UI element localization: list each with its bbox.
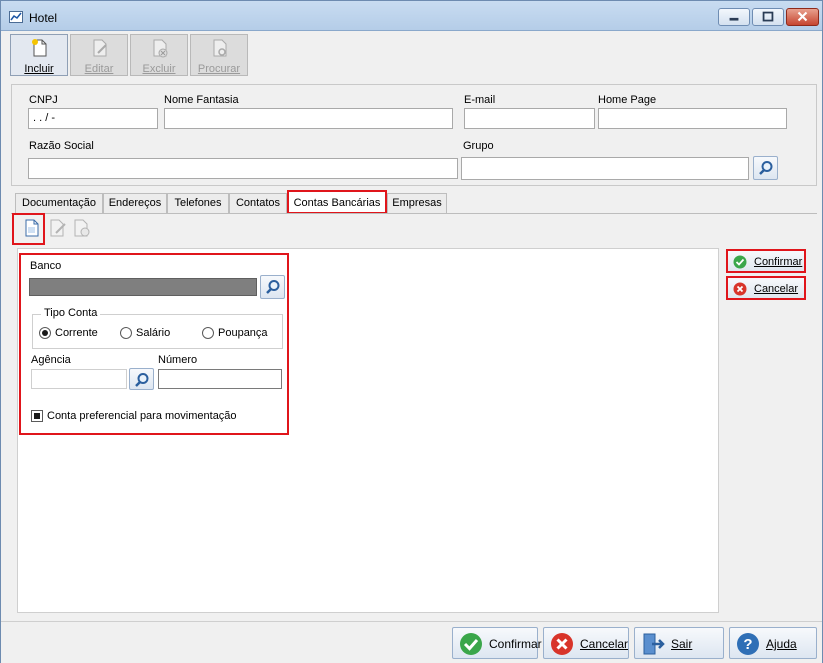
banco-label: Banco <box>30 260 62 272</box>
sub-delete-button[interactable] <box>70 217 92 239</box>
incluir-button[interactable]: Incluir <box>10 34 68 76</box>
delete-record-icon <box>74 219 90 237</box>
procurar-button[interactable]: Procurar <box>190 34 248 76</box>
radio-dot <box>120 327 132 339</box>
nome-fantasia-label: Nome Fantasia <box>164 94 239 106</box>
checkbox-box <box>31 410 43 422</box>
minimize-icon <box>729 17 739 21</box>
banco-field[interactable] <box>29 278 257 296</box>
radio-salario[interactable]: Salário <box>120 327 170 339</box>
magnifier-icon <box>759 161 773 175</box>
radio-poupanca[interactable]: Poupança <box>202 327 268 339</box>
tab-contas-bancarias[interactable]: Contas Bancárias <box>287 190 387 214</box>
check-circle-icon <box>460 633 482 655</box>
hotel-window: Hotel Incluir Editar Excluir Procurar CN… <box>0 0 823 663</box>
agencia-field[interactable] <box>31 369 127 389</box>
incluir-label: Incluir <box>24 63 54 75</box>
exit-label: Sair <box>671 637 693 651</box>
new-record-icon <box>25 219 39 237</box>
numero-field[interactable] <box>158 369 282 389</box>
sub-edit-button[interactable] <box>46 217 68 239</box>
cnpj-label: CNPJ <box>29 94 58 106</box>
maximize-icon <box>762 11 774 22</box>
nome-fantasia-field[interactable] <box>164 108 453 129</box>
razao-social-field[interactable] <box>28 158 458 179</box>
delete-document-icon <box>153 39 168 58</box>
excluir-label: Excluir <box>142 63 176 75</box>
cancel-button[interactable]: Cancelar <box>543 627 629 659</box>
edit-record-icon <box>50 219 66 237</box>
agencia-search-button[interactable] <box>129 368 154 390</box>
magnifier-icon <box>266 280 280 294</box>
banco-search-button[interactable] <box>260 275 285 299</box>
email-field[interactable] <box>464 108 595 129</box>
exit-button[interactable]: Sair <box>634 627 724 659</box>
tab-documentacao[interactable]: Documentação <box>15 193 103 213</box>
email-label: E-mail <box>464 94 496 106</box>
radio-dot-selected <box>39 327 51 339</box>
help-icon: ? <box>737 633 759 655</box>
bank-account-form: Banco Tipo Conta Corrente Salário Poupan… <box>19 253 289 435</box>
procurar-label: Procurar <box>197 63 241 75</box>
edit-document-icon <box>93 39 107 57</box>
cnpj-field[interactable]: . . / - <box>28 108 158 129</box>
agencia-label: Agência <box>31 354 71 366</box>
maximize-button[interactable] <box>752 8 784 26</box>
editar-button[interactable]: Editar <box>70 34 128 76</box>
tipo-conta-title: Tipo Conta <box>41 307 101 319</box>
tab-empresas[interactable]: Empresas <box>387 193 447 213</box>
radio-corrente[interactable]: Corrente <box>39 327 98 339</box>
side-cancel-label: Cancelar <box>754 283 799 295</box>
grupo-field[interactable] <box>461 157 749 180</box>
side-confirm-button[interactable]: Confirmar <box>726 249 806 273</box>
minimize-button[interactable] <box>718 8 750 26</box>
radio-salario-label: Salário <box>136 327 171 339</box>
editar-label: Editar <box>84 63 114 75</box>
close-icon <box>797 11 808 22</box>
razao-social-label: Razão Social <box>29 140 94 152</box>
side-cancel-button[interactable]: Cancelar <box>726 276 806 300</box>
main-toolbar: Incluir Editar Excluir Procurar <box>7 32 819 78</box>
title-bar: Hotel <box>1 1 822 31</box>
home-page-field[interactable] <box>598 108 787 129</box>
numero-label: Número <box>158 354 198 366</box>
help-label: Ajuda <box>766 637 797 651</box>
cancel-circle-icon <box>551 633 573 655</box>
grupo-search-button[interactable] <box>753 156 778 180</box>
check-circle-icon <box>733 255 747 269</box>
close-button[interactable] <box>786 8 819 26</box>
home-page-label: Home Page <box>598 94 657 106</box>
confirm-button[interactable]: Confirmar <box>452 627 542 659</box>
cancel-circle-icon <box>733 282 747 296</box>
conta-preferencial-checkbox[interactable]: Conta preferencial para movimentação <box>31 410 237 422</box>
radio-poupanca-label: Poupança <box>218 327 268 339</box>
tab-enderecos[interactable]: Endereços <box>103 193 167 213</box>
window-title: Hotel <box>29 11 58 25</box>
conta-preferencial-label: Conta preferencial para movimentação <box>47 410 237 422</box>
radio-dot <box>202 327 214 339</box>
excluir-button[interactable]: Excluir <box>130 34 188 76</box>
radio-corrente-label: Corrente <box>55 327 98 339</box>
grupo-label: Grupo <box>463 140 494 152</box>
sub-new-button[interactable] <box>21 217 43 239</box>
tab-contatos[interactable]: Contatos <box>229 193 287 213</box>
exit-door-icon <box>643 633 665 655</box>
tipo-conta-group: Tipo Conta Corrente Salário Poupança <box>32 307 283 349</box>
svg-text:?: ? <box>743 636 752 653</box>
help-button[interactable]: ? Ajuda <box>729 627 817 659</box>
confirm-label: Confirmar <box>489 637 542 651</box>
magnifier-icon <box>135 373 149 387</box>
cancel-label: Cancelar <box>580 637 629 651</box>
chart-app-icon <box>9 11 23 23</box>
new-document-icon <box>32 39 47 57</box>
side-confirm-label: Confirmar <box>754 256 803 268</box>
tab-telefones[interactable]: Telefones <box>167 193 229 213</box>
search-document-icon <box>213 39 227 57</box>
